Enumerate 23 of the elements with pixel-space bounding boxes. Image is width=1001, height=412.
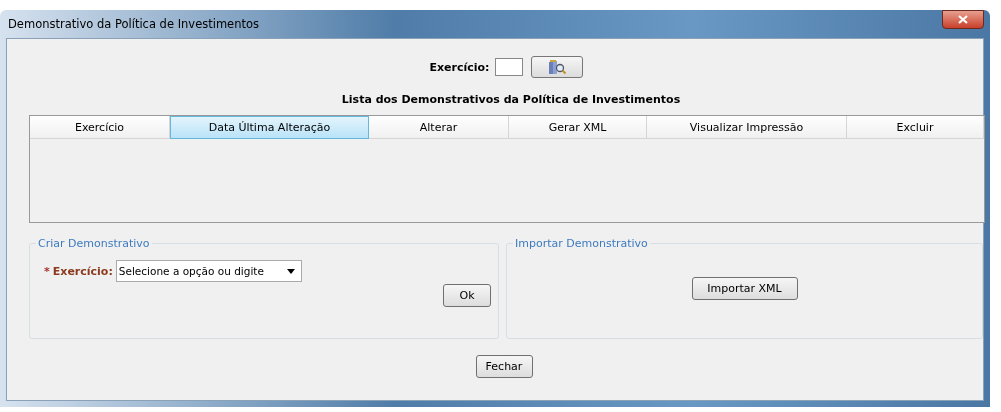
column-header[interactable]: Visualizar Impressão xyxy=(647,116,847,139)
search-icon xyxy=(546,59,567,75)
group-title: Importar Demonstrativo xyxy=(513,237,650,250)
field-label: Exercício: xyxy=(429,60,490,74)
close-button[interactable] xyxy=(942,9,984,29)
input-field[interactable] xyxy=(494,58,523,76)
required-mark: * xyxy=(44,264,50,278)
column-header[interactable]: Alterar xyxy=(369,116,509,139)
group-title: Criar Demonstrativo xyxy=(36,237,152,250)
close-icon xyxy=(958,14,968,24)
close-dialog-button[interactable]: Fechar xyxy=(475,355,533,378)
search-button[interactable] xyxy=(530,56,583,78)
combo-box[interactable]: Selecione a opção ou digite xyxy=(115,260,302,282)
column-header[interactable]: Excluir xyxy=(847,116,984,139)
column-header[interactable]: Data Última Alteração xyxy=(170,116,369,139)
table-title: Lista dos Demonstrativos da Política de Investimentos xyxy=(340,93,682,108)
column-header[interactable]: Exercício xyxy=(30,116,170,139)
caret-icon xyxy=(286,268,295,274)
window-title: Demonstrativo da Política de Investimentos xyxy=(7,17,259,31)
import-button[interactable]: Importar XML xyxy=(691,276,798,300)
ok-button[interactable]: Ok xyxy=(443,284,491,307)
field-label: Exercício: xyxy=(52,264,113,278)
column-header[interactable]: Gerar XML xyxy=(509,116,647,139)
